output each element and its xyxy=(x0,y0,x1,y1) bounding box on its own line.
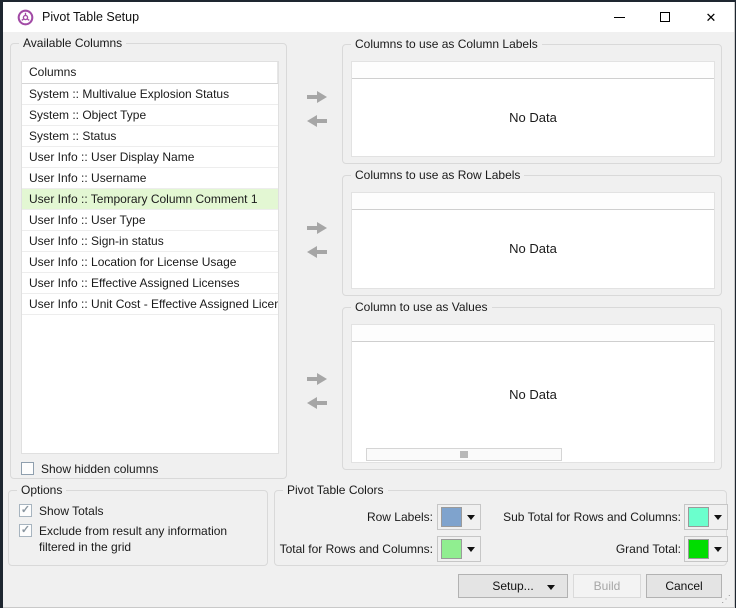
window-controls: ✕ xyxy=(596,2,734,32)
maximize-button[interactable] xyxy=(642,2,688,32)
move-right-button[interactable] xyxy=(303,371,331,388)
available-columns-list: Columns System :: Multivalue Explosion S… xyxy=(21,61,279,454)
row-labels-group-label: Columns to use as Row Labels xyxy=(351,168,524,183)
empty-state-text: No Data xyxy=(352,341,714,448)
column-labels-group: Columns to use as Column Labels No Data xyxy=(342,44,722,164)
chevron-down-icon xyxy=(547,585,555,590)
app-icon xyxy=(17,9,34,26)
chevron-down-icon xyxy=(714,515,722,520)
available-columns-rows: System :: Multivalue Explosion StatusSys… xyxy=(22,84,278,315)
cancel-button-label: Cancel xyxy=(665,579,702,593)
checkbox-label: Exclude from result any information filt… xyxy=(39,523,257,555)
list-item[interactable]: System :: Multivalue Explosion Status xyxy=(22,84,278,105)
show-totals-checkbox[interactable]: ✓ Show Totals xyxy=(19,503,103,519)
sub-total-color-label: Sub Total for Rows and Columns: xyxy=(485,504,681,530)
total-color-label: Total for Rows and Columns: xyxy=(275,536,433,562)
arrow-left-icon xyxy=(304,113,330,129)
cancel-button[interactable]: Cancel xyxy=(646,574,722,598)
color-swatch xyxy=(688,507,709,527)
list-item[interactable]: User Info :: User Display Name xyxy=(22,147,278,168)
list-header-strip xyxy=(352,62,714,79)
list-header-strip xyxy=(352,325,714,342)
arrow-right-icon xyxy=(304,220,330,236)
close-button[interactable]: ✕ xyxy=(688,2,734,32)
build-button-label: Build xyxy=(594,579,621,593)
color-swatch xyxy=(441,507,462,527)
row-labels-list: No Data xyxy=(351,192,715,289)
available-columns-group-label: Available Columns xyxy=(19,36,126,51)
move-left-button[interactable] xyxy=(303,395,331,412)
column-labels-group-label: Columns to use as Column Labels xyxy=(351,37,542,52)
total-color-dropdown[interactable] xyxy=(437,536,481,562)
column-labels-arrows xyxy=(303,89,331,130)
list-header-strip xyxy=(352,193,714,210)
setup-button[interactable]: Setup... xyxy=(458,574,568,598)
list-item[interactable]: User Info :: Username xyxy=(22,168,278,189)
options-group-label: Options xyxy=(17,483,66,498)
checkbox-label: Show hidden columns xyxy=(41,461,158,477)
list-item[interactable]: User Info :: Location for License Usage xyxy=(22,252,278,273)
move-right-button[interactable] xyxy=(303,89,331,106)
checkbox-box[interactable]: ✓ xyxy=(19,504,32,517)
list-item[interactable]: User Info :: Sign-in status xyxy=(22,231,278,252)
move-left-button[interactable] xyxy=(303,113,331,130)
window-title: Pivot Table Setup xyxy=(42,10,139,24)
options-group: Options ✓ Show Totals ✓ Exclude from res… xyxy=(8,490,268,566)
setup-button-label: Setup... xyxy=(492,579,533,593)
resize-grip[interactable]: ⋰ xyxy=(721,594,731,605)
list-item[interactable]: User Info :: Unit Cost - Effective Assig… xyxy=(22,294,278,315)
close-icon: ✕ xyxy=(706,11,717,24)
title-bar: Pivot Table Setup ✕ xyxy=(3,2,734,32)
grand-total-color-dropdown[interactable] xyxy=(684,536,728,562)
checkbox-box[interactable] xyxy=(21,462,34,475)
list-item[interactable]: System :: Object Type xyxy=(22,105,278,126)
values-arrows xyxy=(303,371,331,412)
scrollbar-thumb[interactable] xyxy=(460,451,468,458)
columns-list-header[interactable]: Columns xyxy=(22,62,278,84)
arrow-right-icon xyxy=(304,89,330,105)
maximize-icon xyxy=(660,12,670,22)
values-group-label: Column to use as Values xyxy=(351,300,492,315)
row-labels-color-dropdown[interactable] xyxy=(437,504,481,530)
move-right-button[interactable] xyxy=(303,220,331,237)
chevron-down-icon xyxy=(467,547,475,552)
show-hidden-columns-checkbox[interactable]: Show hidden columns xyxy=(21,461,158,477)
chevron-down-icon xyxy=(467,515,475,520)
column-labels-list: No Data xyxy=(351,61,715,157)
list-item[interactable]: User Info :: Temporary Column Comment 1 xyxy=(22,189,278,210)
arrow-left-icon xyxy=(304,395,330,411)
color-swatch xyxy=(441,539,462,559)
row-labels-arrows xyxy=(303,220,331,261)
row-labels-group: Columns to use as Row Labels No Data xyxy=(342,175,722,296)
chevron-down-icon xyxy=(714,547,722,552)
horizontal-scrollbar[interactable] xyxy=(366,448,562,461)
arrow-left-icon xyxy=(304,244,330,260)
exclude-filtered-checkbox[interactable]: ✓ Exclude from result any information fi… xyxy=(19,523,261,555)
move-left-button[interactable] xyxy=(303,244,331,261)
build-button: Build xyxy=(573,574,641,598)
checkbox-box[interactable]: ✓ xyxy=(19,524,32,537)
minimize-button[interactable] xyxy=(596,2,642,32)
arrow-right-icon xyxy=(304,371,330,387)
pivot-table-setup-dialog: Pivot Table Setup ✕ Available Columns Co… xyxy=(3,2,735,608)
row-labels-color-label: Row Labels: xyxy=(275,504,433,530)
list-item[interactable]: User Info :: User Type xyxy=(22,210,278,231)
pivot-table-colors-group-label: Pivot Table Colors xyxy=(283,483,388,498)
color-swatch xyxy=(688,539,709,559)
values-list: No Data xyxy=(351,324,715,463)
pivot-table-colors-group: Pivot Table Colors Row Labels: Sub Total… xyxy=(274,490,727,566)
grand-total-color-label: Grand Total: xyxy=(485,536,681,562)
checkbox-label: Show Totals xyxy=(39,503,103,519)
minimize-icon xyxy=(614,17,625,18)
sub-total-color-dropdown[interactable] xyxy=(684,504,728,530)
list-item[interactable]: System :: Status xyxy=(22,126,278,147)
list-item[interactable]: User Info :: Effective Assigned Licenses xyxy=(22,273,278,294)
available-columns-group: Available Columns Columns System :: Mult… xyxy=(10,43,287,479)
empty-state-text: No Data xyxy=(352,78,714,156)
values-group: Column to use as Values No Data xyxy=(342,307,722,470)
empty-state-text: No Data xyxy=(352,209,714,288)
